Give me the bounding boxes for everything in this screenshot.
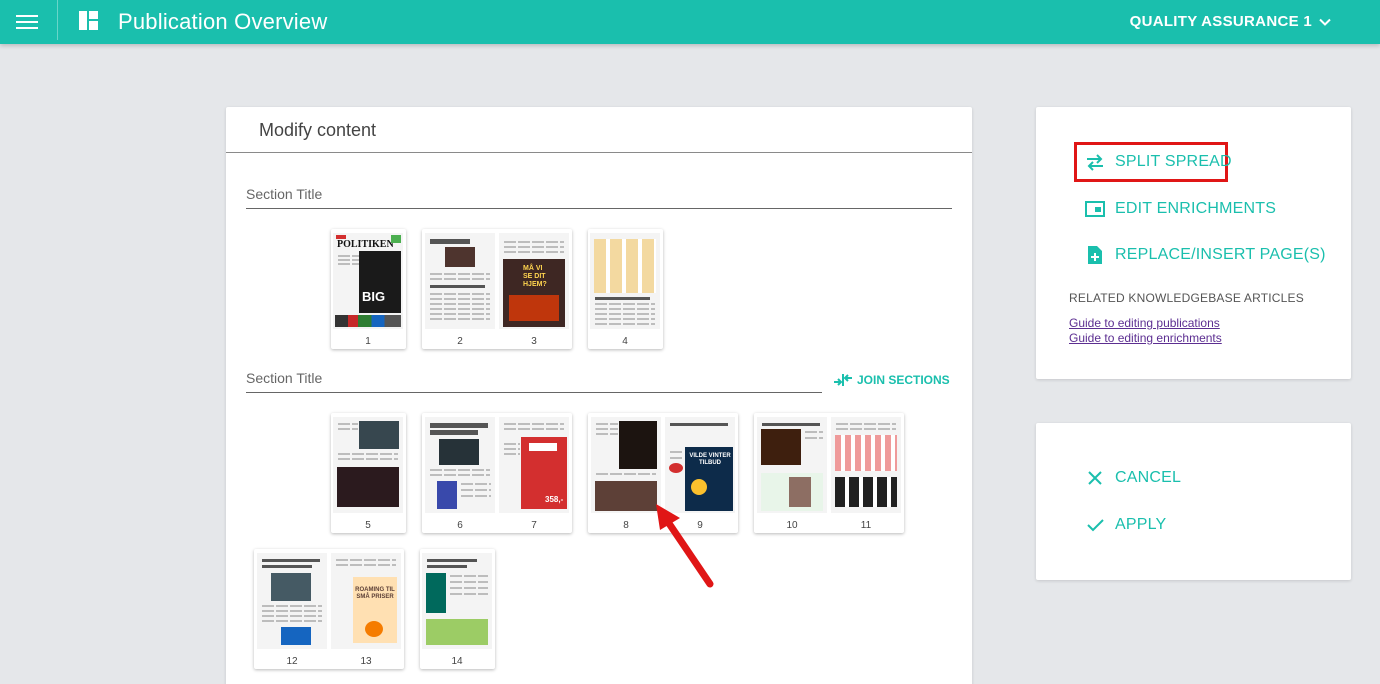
cover-strip	[335, 315, 401, 327]
page-image-14	[422, 553, 492, 649]
publication-layout-icon	[79, 11, 98, 30]
cover-photo: BIG	[359, 251, 401, 313]
hamburger-menu-icon[interactable]	[16, 12, 38, 32]
page-number: 4	[622, 336, 628, 347]
page-thumb-14[interactable]: 14	[420, 549, 495, 669]
page-image-11	[831, 417, 901, 513]
ad-price: 358,-	[545, 495, 564, 504]
page-number: 10	[786, 520, 798, 531]
cancel-button[interactable]: CANCEL	[1085, 468, 1181, 488]
page-thumb-4[interactable]: 4	[588, 229, 663, 349]
check-icon	[1087, 519, 1104, 532]
swap-arrows-icon	[1087, 154, 1103, 171]
join-sections-label: JOIN SECTIONS	[857, 373, 950, 387]
page-image-7: 358,-	[499, 417, 569, 513]
page-title: Publication Overview	[118, 9, 328, 34]
join-sections-button[interactable]: JOIN SECTIONS	[833, 373, 950, 387]
page-image-10	[757, 417, 827, 513]
cancel-label: CANCEL	[1115, 469, 1182, 486]
apply-label: APPLY	[1115, 516, 1167, 533]
cannabis-icon	[391, 235, 401, 243]
page-spread-10-11[interactable]: 10 11	[754, 413, 904, 533]
page-number: 2	[457, 336, 463, 347]
app-bar: Publication Overview QUALITY ASSURANCE 1	[0, 0, 1380, 44]
page-number: 1	[365, 336, 371, 347]
page-thumb-5[interactable]: 5	[331, 413, 406, 533]
card-title-divider	[226, 152, 972, 153]
section-title-1-underline	[246, 208, 952, 209]
chevron-down-icon	[1319, 18, 1331, 26]
page-number: 11	[860, 520, 872, 531]
kb-link-enrichments[interactable]: Guide to editing enrichments	[1069, 331, 1222, 345]
cover-word: BIG	[362, 289, 386, 304]
account-selector[interactable]: QUALITY ASSURANCE 1	[1130, 13, 1332, 30]
page-number: 6	[457, 520, 463, 531]
page-number: 13	[360, 656, 372, 667]
actions-card: SPLIT SPREAD EDIT ENRICHMENTS REPLACE/IN…	[1036, 107, 1351, 379]
note-add-icon	[1088, 246, 1102, 264]
account-name: QUALITY ASSURANCE 1	[1129, 13, 1312, 30]
app-bar-divider	[57, 0, 58, 40]
masthead: POLITIKEN	[337, 239, 394, 250]
page-spread-2-3[interactable]: MÅ VI SE DIT HJEM? 2 3	[422, 229, 572, 349]
page-image-1: POLITIKEN BIG	[333, 233, 403, 329]
page-image-6	[425, 417, 495, 513]
ad-headline: MÅ VI SE DIT HJEM?	[523, 265, 547, 288]
replace-insert-pages-button[interactable]: REPLACE/INSERT PAGE(S)	[1085, 245, 1326, 265]
page-image-2	[425, 233, 495, 329]
modify-content-card: Modify content Section Title POLITIKEN B…	[226, 107, 972, 684]
confirm-card: CANCEL APPLY	[1036, 423, 1351, 580]
split-spread-button[interactable]: SPLIT SPREAD	[1085, 152, 1232, 172]
ad-headline: ROAMING TIL SMÅ PRISER	[355, 587, 395, 600]
page-image-5	[333, 417, 403, 513]
section-title-2-underline	[246, 392, 822, 393]
page-image-4	[590, 233, 660, 329]
edit-enrichments-button[interactable]: EDIT ENRICHMENTS	[1085, 199, 1276, 219]
page-number: 7	[531, 520, 537, 531]
page-spread-6-7[interactable]: 358,- 6 7	[422, 413, 572, 533]
masthead-badge	[336, 235, 346, 239]
section-title-2[interactable]: Section Title	[246, 370, 322, 386]
section-title-1[interactable]: Section Title	[246, 186, 322, 202]
apply-button[interactable]: APPLY	[1085, 515, 1166, 535]
card-title: Modify content	[259, 120, 377, 140]
close-icon	[1088, 471, 1102, 485]
knowledgebase-heading: RELATED KNOWLEDGEBASE ARTICLES	[1069, 291, 1304, 305]
ad-headline: VILDE VINTER TILBUD	[689, 453, 731, 466]
page-number: 3	[531, 336, 537, 347]
page-number: 14	[451, 656, 463, 667]
page-thumb-1[interactable]: POLITIKEN BIG 1	[331, 229, 406, 349]
replace-insert-pages-label: REPLACE/INSERT PAGE(S)	[1115, 246, 1326, 263]
enrichment-icon	[1085, 201, 1105, 217]
page-number: 5	[365, 520, 371, 531]
page-spread-12-13[interactable]: ROAMING TIL SMÅ PRISER 12 13	[254, 549, 404, 669]
annotation-arrow-icon	[656, 504, 714, 588]
split-spread-label: SPLIT SPREAD	[1115, 153, 1232, 170]
page-image-3: MÅ VI SE DIT HJEM?	[499, 233, 569, 329]
page-number: 12	[286, 656, 298, 667]
page-image-13: ROAMING TIL SMÅ PRISER	[331, 553, 401, 649]
edit-enrichments-label: EDIT ENRICHMENTS	[1115, 200, 1277, 217]
kb-link-publications[interactable]: Guide to editing publications	[1069, 316, 1220, 330]
page-image-12	[257, 553, 327, 649]
join-arrows-icon	[834, 374, 852, 386]
